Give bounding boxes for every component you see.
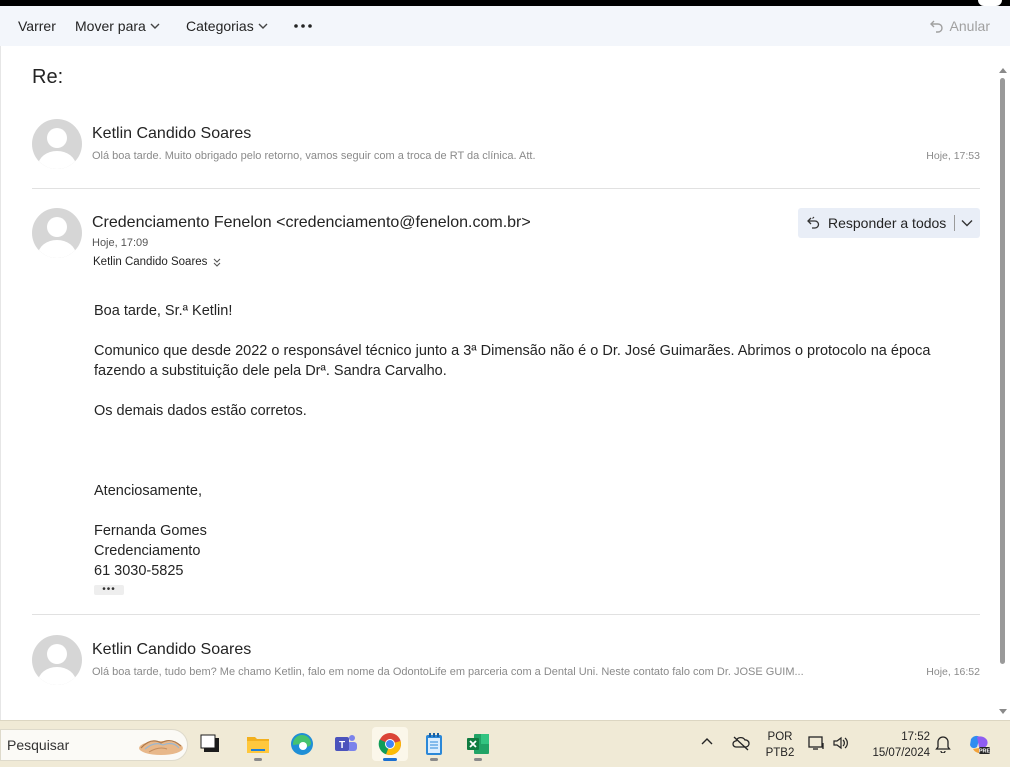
show-quoted-text-button[interactable]: •••: [94, 585, 124, 595]
teams-icon: T: [335, 735, 357, 751]
onedrive-offline-icon[interactable]: [732, 735, 750, 751]
edge-browser-icon: [291, 733, 313, 755]
reply-all-button[interactable]: Responder a todos: [798, 208, 980, 238]
undo-label: Anular: [949, 18, 990, 34]
scroll-down-arrow[interactable]: [999, 709, 1007, 714]
recipient-line[interactable]: Ketlin Candido Soares: [93, 256, 221, 268]
body-paragraph: Os demais dados estão corretos.: [94, 403, 307, 419]
clock-date: 15/07/2024: [872, 747, 930, 759]
sweep-label: Varrer: [18, 18, 56, 34]
sweep-button[interactable]: Varrer: [12, 10, 62, 42]
signature-name: Fernanda Gomes: [94, 523, 207, 539]
email-subject: Re:: [32, 66, 64, 88]
message-preview[interactable]: Olá boa tarde, tudo bem? Me chamo Ketlin…: [92, 666, 862, 678]
move-to-label: Mover para: [75, 18, 146, 34]
folder-icon: [247, 737, 269, 753]
chevron-down-icon: [258, 23, 268, 29]
reply-all-separator: [954, 215, 956, 231]
chrome-browser-icon: [378, 733, 401, 756]
notifications-bell-icon[interactable]: [935, 735, 951, 753]
avatar: [32, 119, 82, 169]
categories-label: Categorias: [186, 18, 254, 34]
taskbar-task-view[interactable]: [193, 727, 229, 761]
vertical-scrollbar[interactable]: [997, 66, 1009, 720]
body-greeting: Boa tarde, Sr.ª Ketlin!: [94, 303, 233, 319]
body-paragraph-line: Comunico que desde 2022 o responsável té…: [94, 343, 931, 359]
recipient-name: Ketlin Candido Soares: [93, 256, 208, 268]
svg-text:PRE: PRE: [979, 749, 991, 755]
avatar: [32, 208, 82, 258]
task-view-icon: [200, 734, 219, 752]
search-highlight-image-icon: [139, 740, 183, 755]
keyboard-layout: PTB2: [765, 747, 795, 759]
message-divider: [32, 188, 980, 189]
taskbar-chrome[interactable]: [372, 727, 408, 761]
notepad-icon: [426, 733, 442, 755]
signature-phone: 61 3030-5825: [94, 563, 184, 579]
taskbar-excel[interactable]: [460, 727, 496, 761]
move-to-button[interactable]: Mover para: [69, 10, 166, 42]
taskbar-search-box[interactable]: Pesquisar: [0, 729, 188, 761]
body-paragraph-line: fazendo a substituição dele pela Drª. Sa…: [94, 363, 447, 379]
excel-icon: [467, 734, 489, 754]
show-hidden-icons-chevron-icon[interactable]: [701, 737, 713, 745]
reading-pane: Re: Ketlin Candido Soares Olá boa tarde.…: [0, 46, 996, 720]
reply-all-icon: [807, 216, 820, 229]
message-time: Hoje, 16:52: [926, 666, 980, 678]
scrollbar-thumb[interactable]: [1000, 78, 1005, 664]
taskbar-file-explorer[interactable]: [240, 727, 276, 761]
undo-icon: [929, 20, 943, 33]
avatar: [32, 635, 82, 685]
chevron-down-icon[interactable]: [961, 219, 973, 227]
message-sender[interactable]: Ketlin Candido Soares: [92, 641, 251, 659]
signature-department: Credenciamento: [94, 543, 201, 559]
network-icon[interactable]: [808, 735, 826, 751]
chevron-down-icon: [150, 23, 160, 29]
message-time: Hoje, 17:53: [926, 150, 980, 162]
system-clock[interactable]: 17:52 15/07/2024: [862, 729, 930, 761]
reply-all-label: Responder a todos: [828, 215, 947, 231]
svg-text:T: T: [339, 740, 345, 751]
windows-taskbar: Pesquisar T POR PTB2 17:52 15/07/2024 PR…: [0, 720, 1010, 767]
input-language-indicator[interactable]: POR PTB2: [764, 729, 796, 761]
more-dots-icon: [294, 24, 312, 28]
undo-button[interactable]: Anular: [924, 10, 996, 42]
expand-recipients-icon: [214, 258, 221, 267]
volume-icon[interactable]: [832, 735, 850, 751]
message-time: Hoje, 17:09: [92, 237, 149, 249]
taskbar-edge[interactable]: [284, 727, 320, 761]
more-actions-button[interactable]: [284, 10, 318, 42]
categories-button[interactable]: Categorias: [180, 10, 274, 42]
scroll-up-arrow[interactable]: [999, 68, 1007, 73]
taskbar-notepad[interactable]: [416, 727, 452, 761]
clock-time: 17:52: [901, 731, 930, 743]
message-divider: [32, 614, 980, 615]
message-preview[interactable]: Olá boa tarde. Muito obrigado pelo retor…: [92, 150, 536, 162]
body-closing: Atenciosamente,: [94, 483, 203, 499]
command-toolbar: Varrer Mover para Categorias Anular: [0, 6, 1010, 46]
language-code: POR: [767, 731, 793, 743]
message-sender[interactable]: Credenciamento Fenelon <credenciamento@f…: [92, 214, 531, 232]
message-sender[interactable]: Ketlin Candido Soares: [92, 125, 251, 143]
taskbar-teams[interactable]: T: [328, 727, 364, 761]
search-placeholder: Pesquisar: [7, 737, 70, 753]
copilot-icon[interactable]: PRE: [967, 733, 991, 757]
